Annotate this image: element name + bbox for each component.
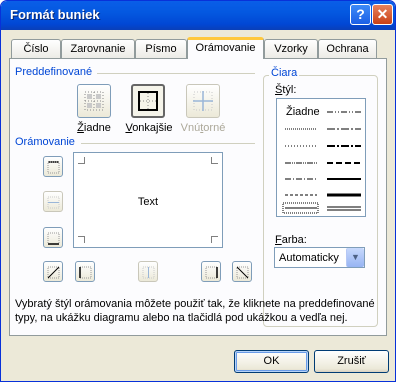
help-button[interactable]: ? [350,4,371,25]
title-bar[interactable]: Formát buniek ? ✕ [1,1,395,30]
border-inside-vertical-button[interactable] [138,261,158,282]
tab-pismo[interactable]: Písmo [135,39,187,58]
border-diagonal-up-icon [47,266,60,279]
border-right-button[interactable] [201,261,221,282]
border-top-icon [47,161,60,174]
border-bottom-button[interactable] [43,227,63,248]
close-button[interactable]: ✕ [372,4,393,25]
preview-corner-bottom-left [78,236,85,243]
chevron-down-icon[interactable]: ▼ [346,248,364,267]
preview-corner-top-right [211,157,218,164]
border-diagonal-down-icon [236,266,249,279]
tab-ochrana[interactable]: Ochrana [318,39,377,58]
border-inside-horizontal-icon [47,196,60,209]
border-group-label: Orámovanie [15,136,77,148]
line-styles-svg [282,111,361,214]
preset-outline-button[interactable] [131,84,165,118]
border-right-icon [205,266,218,279]
border-preview[interactable]: Text [73,152,223,248]
line-group-label: Čiara [269,67,300,79]
border-inside-horizontal-button[interactable] [43,191,63,212]
description-text: Vybratý štýl orámovania môžete použiť ta… [15,298,375,324]
border-diagonal-up-button[interactable] [43,261,63,282]
preset-inside-label: Vnútorné [180,122,226,134]
preview-text: Text [137,196,159,208]
tab-vzorky[interactable]: Vzorky [264,39,318,58]
border-left-icon [79,266,92,279]
border-left-button[interactable] [75,261,95,282]
border-diagonal-down-button[interactable] [232,261,252,282]
format-cells-dialog: Formát buniek ? ✕ Číslo Zarovnanie Písmo… [0,0,396,382]
border-bottom-icon [47,232,60,245]
preset-none-label: Žiadne [77,122,111,134]
preview-corner-top-left [78,157,85,164]
preset-none-icon [84,91,104,111]
color-label: Farba: [275,234,307,246]
preset-none-button[interactable] [77,84,111,118]
style-label: Štýl: [275,84,297,96]
border-top-button[interactable] [43,156,63,177]
tab-zarovnanie[interactable]: Zarovnanie [61,39,135,58]
presets-divider [97,73,255,74]
preset-outline-label: Vonkajšie [125,122,173,134]
preset-outline-icon [138,91,158,111]
preset-inside-icon [193,91,213,111]
preset-inside-button[interactable] [186,84,220,118]
tab-strip: Číslo Zarovnanie Písmo Orámovanie Vzorky… [9,37,389,59]
presets-group-label: Preddefinované [15,66,95,78]
border-inside-vertical-icon [142,266,155,279]
cancel-button[interactable]: Zrušiť [314,350,389,373]
preview-corner-bottom-right [211,236,218,243]
tab-cislo[interactable]: Číslo [11,39,61,58]
window-title: Formát buniek [10,7,100,22]
color-select[interactable]: Automaticky ▼ [274,247,365,268]
line-style-list[interactable]: Žiadne [276,98,366,217]
ok-button[interactable]: OK [234,350,309,373]
tab-oramovanie[interactable]: Orámovanie [187,37,264,59]
border-divider [81,143,255,144]
color-select-value: Automaticky [279,252,339,264]
